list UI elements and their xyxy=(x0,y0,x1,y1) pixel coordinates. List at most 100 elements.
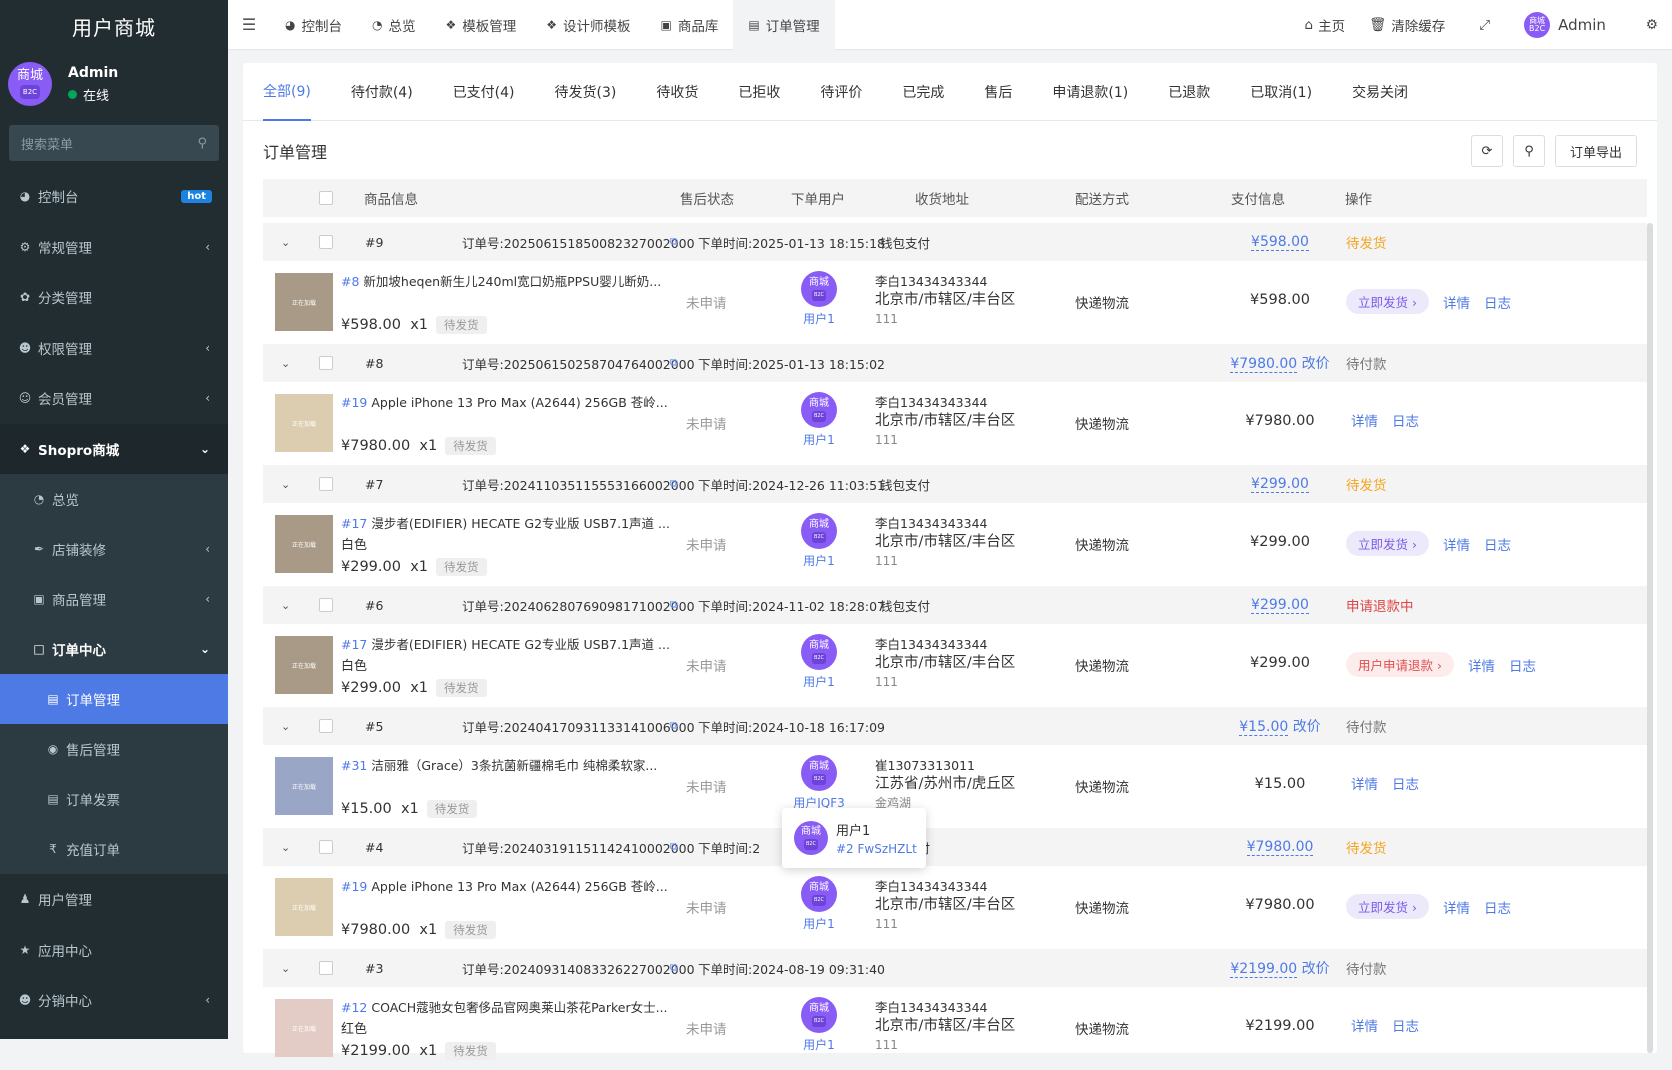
goods-thumbnail[interactable]: 正在加载 xyxy=(275,757,333,815)
order-tab-11[interactable]: 已取消(1) xyxy=(1250,63,1312,121)
search-icon[interactable]: ⚲ xyxy=(197,136,207,151)
goods-thumbnail[interactable]: 正在加载 xyxy=(275,394,333,452)
order-checkbox[interactable] xyxy=(319,598,333,612)
chevron-down-icon[interactable]: ⌄ xyxy=(281,478,290,491)
order-tab-9[interactable]: 申请退款(1) xyxy=(1052,63,1128,121)
chevron-down-icon[interactable]: ⌄ xyxy=(281,720,290,733)
order-user[interactable]: 商城 B2C 用户1 xyxy=(801,513,837,569)
nav-tab-0[interactable]: ◕ 控制台 xyxy=(270,0,357,50)
sidebar-item-13[interactable]: ₹ 充值订单 xyxy=(0,824,228,874)
order-tab-5[interactable]: 已拒收 xyxy=(738,63,780,121)
goods-name[interactable]: #17 漫步者(EDIFIER) HECATE G2专业版 USB7.1声道 .… xyxy=(341,513,670,532)
sidebar-item-15[interactable]: ★ 应用中心 xyxy=(0,925,228,976)
sidebar-item-1[interactable]: ⚙ 常规管理 ‹ xyxy=(0,222,228,273)
nav-tab-2[interactable]: ❖ 模板管理 xyxy=(430,0,531,50)
action-2[interactable]: 日志 xyxy=(1509,655,1536,675)
goods-name[interactable]: #19 Apple iPhone 13 Pro Max (A2644) 256G… xyxy=(341,876,668,895)
order-user[interactable]: 商城 B2C 用户JQF3 xyxy=(793,755,845,811)
edit-price-link[interactable]: 改价 xyxy=(1293,719,1321,735)
order-tab-3[interactable]: 待发货(3) xyxy=(555,63,617,121)
sidebar-item-14[interactable]: ♟ 用户管理 xyxy=(0,874,228,925)
pay-amount[interactable]: ¥2199.00 xyxy=(1230,961,1298,978)
edit-price-link[interactable]: 改价 xyxy=(1302,356,1330,372)
order-user[interactable]: 商城 B2C 用户1 xyxy=(801,876,837,932)
copy-icon[interactable]: ⧉ xyxy=(670,840,678,854)
action-0[interactable]: 用户申请退款 › xyxy=(1346,652,1454,677)
goods-thumbnail[interactable]: 正在加载 xyxy=(275,999,333,1057)
sidebar-item-12[interactable]: ▤ 订单发票 xyxy=(0,774,228,824)
pay-amount[interactable]: ¥7980.00 xyxy=(1230,356,1298,373)
sidebar-item-16[interactable]: ☻ 分销中心 ‹ xyxy=(0,975,228,1026)
admin-menu[interactable]: 商城 B2C Admin xyxy=(1512,11,1618,38)
goods-name[interactable]: #8 新加坡heqen新生儿240ml宽口奶瓶PPSU婴儿断奶... xyxy=(341,271,661,290)
menu-search-input[interactable]: 搜索菜单 ⚲ xyxy=(9,125,219,161)
goods-thumbnail[interactable]: 正在加载 xyxy=(275,878,333,936)
action-0[interactable]: 详情 xyxy=(1351,773,1378,793)
order-tab-0[interactable]: 全部(9) xyxy=(263,63,311,121)
order-checkbox[interactable] xyxy=(319,356,333,370)
goods-name[interactable]: #31 洁丽雅（Grace）3条抗菌新疆棉毛巾 纯棉柔软家... xyxy=(341,755,657,774)
order-tab-12[interactable]: 交易关闭 xyxy=(1352,63,1408,121)
action-2[interactable]: 日志 xyxy=(1484,534,1511,554)
nav-tab-1[interactable]: ◔ 总览 xyxy=(357,0,430,50)
goods-name[interactable]: #12 COACH蔻驰女包奢侈品官网奥莱山茶花Parker女士... xyxy=(341,997,668,1016)
order-checkbox[interactable] xyxy=(319,840,333,854)
brand-logo[interactable]: 用户商城 xyxy=(0,0,228,52)
sidebar-item-7[interactable]: ✒ 店铺装修 ‹ xyxy=(0,524,228,574)
sidebar-item-0[interactable]: ◕ 控制台 hot xyxy=(0,171,228,222)
menu-toggle-icon[interactable]: ☰ xyxy=(228,15,270,34)
goods-thumbnail[interactable]: 正在加载 xyxy=(275,636,333,694)
order-checkbox[interactable] xyxy=(319,235,333,249)
order-tab-4[interactable]: 待收货 xyxy=(656,63,698,121)
nav-tab-5[interactable]: ▤ 订单管理 xyxy=(733,0,835,50)
action-2[interactable]: 日志 xyxy=(1484,292,1511,312)
order-tab-2[interactable]: 已支付(4) xyxy=(453,63,515,121)
search-button[interactable]: ⚲ xyxy=(1512,135,1545,167)
copy-icon[interactable]: ⧉ xyxy=(670,719,678,733)
order-tab-10[interactable]: 已退款 xyxy=(1168,63,1210,121)
fullscreen-icon[interactable]: ⤢ xyxy=(1457,17,1512,33)
action-1[interactable]: 详情 xyxy=(1443,897,1470,917)
sidebar-item-10[interactable]: ▤ 订单管理 xyxy=(0,674,228,724)
pay-amount[interactable]: ¥299.00 xyxy=(1251,476,1309,493)
order-user[interactable]: 商城 B2C 用户1 xyxy=(801,634,837,690)
select-all-checkbox[interactable] xyxy=(319,191,333,205)
edit-price-link[interactable]: 改价 xyxy=(1302,961,1330,977)
action-1[interactable]: 日志 xyxy=(1392,1015,1419,1035)
copy-icon[interactable]: ⧉ xyxy=(670,235,678,249)
action-2[interactable]: 日志 xyxy=(1484,897,1511,917)
clear-cache-button[interactable]: 🗑 清除缓存 xyxy=(1357,15,1457,35)
chevron-down-icon[interactable]: ⌄ xyxy=(281,236,290,249)
action-0[interactable]: 立即发货 › xyxy=(1346,289,1429,314)
settings-gear-icon[interactable]: ⚙ xyxy=(1618,17,1672,33)
order-user[interactable]: 商城 B2C 用户1 xyxy=(801,271,837,327)
sidebar-item-8[interactable]: ▣ 商品管理 ‹ xyxy=(0,574,228,624)
pay-amount[interactable]: ¥299.00 xyxy=(1251,597,1309,614)
sidebar-item-4[interactable]: ☺ 会员管理 ‹ xyxy=(0,373,228,424)
chevron-down-icon[interactable]: ⌄ xyxy=(281,357,290,370)
home-link[interactable]: ⌂ 主页 xyxy=(1293,15,1358,35)
sidebar-item-11[interactable]: ◉ 售后管理 xyxy=(0,724,228,774)
order-user[interactable]: 商城 B2C 用户1 xyxy=(801,997,837,1053)
action-1[interactable]: 详情 xyxy=(1443,534,1470,554)
scrollbar[interactable] xyxy=(1647,223,1653,1053)
action-1[interactable]: 日志 xyxy=(1392,773,1419,793)
order-tab-8[interactable]: 售后 xyxy=(984,63,1012,121)
action-0[interactable]: 立即发货 › xyxy=(1346,894,1429,919)
order-checkbox[interactable] xyxy=(319,961,333,975)
goods-name[interactable]: #19 Apple iPhone 13 Pro Max (A2644) 256G… xyxy=(341,392,668,411)
copy-icon[interactable]: ⧉ xyxy=(670,598,678,612)
action-1[interactable]: 日志 xyxy=(1392,410,1419,430)
refresh-button[interactable]: ⟳ xyxy=(1470,135,1503,167)
copy-icon[interactable]: ⧉ xyxy=(670,477,678,491)
chevron-down-icon[interactable]: ⌄ xyxy=(281,962,290,975)
action-0[interactable]: 立即发货 › xyxy=(1346,531,1429,556)
nav-tab-4[interactable]: ▣ 商品库 xyxy=(646,0,734,50)
action-1[interactable]: 详情 xyxy=(1443,292,1470,312)
order-checkbox[interactable] xyxy=(319,477,333,491)
sidebar-item-9[interactable]: □ 订单中心 ⌄ xyxy=(0,624,228,674)
order-tab-1[interactable]: 待付款(4) xyxy=(351,63,413,121)
action-0[interactable]: 详情 xyxy=(1351,410,1378,430)
pay-amount[interactable]: ¥598.00 xyxy=(1251,234,1309,251)
nav-tab-3[interactable]: ❖ 设计师模板 xyxy=(531,0,645,50)
